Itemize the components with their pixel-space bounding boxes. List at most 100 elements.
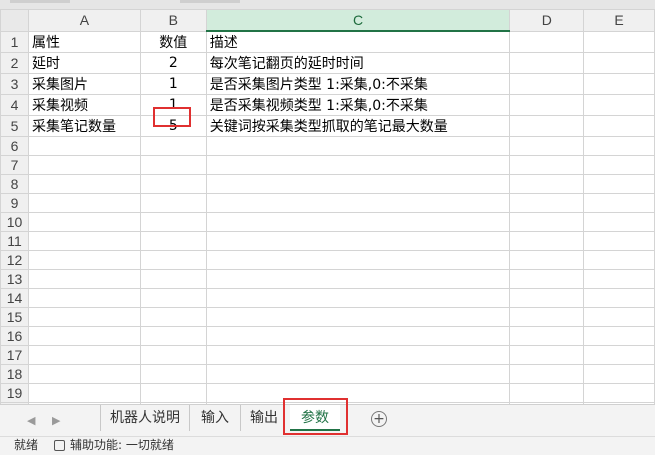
- cell-b[interactable]: [139, 307, 207, 327]
- cell-b[interactable]: [139, 326, 207, 346]
- column-header-e[interactable]: E: [583, 9, 655, 32]
- row-header[interactable]: 11: [0, 231, 29, 251]
- row-header[interactable]: 7: [0, 155, 29, 175]
- cell-a[interactable]: [27, 326, 141, 346]
- tab-robot-description[interactable]: 机器人说明: [100, 405, 189, 431]
- cell-d[interactable]: [509, 326, 585, 346]
- cell-c[interactable]: [205, 250, 511, 270]
- cell-e[interactable]: [583, 383, 655, 403]
- cell-b[interactable]: 5: [139, 115, 207, 137]
- cell-a[interactable]: [27, 383, 141, 403]
- row-header[interactable]: 2: [0, 52, 29, 74]
- cell-d[interactable]: [509, 73, 585, 95]
- cell-c[interactable]: 是否采集视频类型 1:采集,0:不采集: [205, 94, 511, 116]
- cell-e[interactable]: [583, 269, 655, 289]
- cell-d[interactable]: [509, 231, 585, 251]
- cell-c[interactable]: [205, 231, 511, 251]
- cell-b[interactable]: [139, 231, 207, 251]
- cell-e[interactable]: [583, 174, 655, 194]
- cell-d[interactable]: [509, 52, 585, 74]
- cell-a[interactable]: 采集视频: [27, 94, 141, 116]
- row-header[interactable]: 6: [0, 136, 29, 156]
- cell-c[interactable]: [205, 212, 511, 232]
- column-header-a[interactable]: A: [27, 9, 141, 32]
- cell-e[interactable]: [583, 73, 655, 95]
- cell-c[interactable]: 关键词按采集类型抓取的笔记最大数量: [205, 115, 511, 137]
- cell-b[interactable]: [139, 212, 207, 232]
- cell-a[interactable]: [27, 364, 141, 384]
- cell-d[interactable]: [509, 115, 585, 137]
- cell-a[interactable]: [27, 288, 141, 308]
- cell-b[interactable]: [139, 193, 207, 213]
- cell-b[interactable]: [139, 250, 207, 270]
- cell-a[interactable]: [27, 269, 141, 289]
- cell-a[interactable]: 采集图片: [27, 73, 141, 95]
- cell-a[interactable]: [27, 174, 141, 194]
- tab-params[interactable]: 参数: [290, 405, 340, 431]
- cell-b[interactable]: 1: [139, 94, 207, 116]
- cell-e[interactable]: [583, 193, 655, 213]
- column-header-d[interactable]: D: [509, 9, 585, 32]
- row-header[interactable]: 3: [0, 73, 29, 95]
- cell-a[interactable]: [27, 193, 141, 213]
- cell-c[interactable]: 描述: [205, 30, 511, 53]
- cell-e[interactable]: [583, 155, 655, 175]
- cell-b[interactable]: [139, 364, 207, 384]
- cell-b[interactable]: 1: [139, 73, 207, 95]
- row-header[interactable]: 19: [0, 383, 29, 403]
- add-sheet-icon[interactable]: +: [371, 411, 387, 427]
- row-header[interactable]: 9: [0, 193, 29, 213]
- cell-a[interactable]: [27, 307, 141, 327]
- tab-output[interactable]: 输出: [240, 405, 287, 431]
- cell-e[interactable]: [583, 212, 655, 232]
- cell-b[interactable]: [139, 345, 207, 365]
- cell-a[interactable]: [27, 212, 141, 232]
- cell-a[interactable]: [27, 136, 141, 156]
- cell-d[interactable]: [509, 155, 585, 175]
- cell-c[interactable]: [205, 269, 511, 289]
- row-header[interactable]: 1: [0, 30, 29, 53]
- cell-a[interactable]: 延时: [27, 52, 141, 74]
- row-header[interactable]: 14: [0, 288, 29, 308]
- cell-e[interactable]: [583, 250, 655, 270]
- cell-c[interactable]: [205, 174, 511, 194]
- row-header[interactable]: 5: [0, 115, 29, 137]
- row-header[interactable]: 8: [0, 174, 29, 194]
- cell-e[interactable]: [583, 288, 655, 308]
- cell-c[interactable]: [205, 307, 511, 327]
- cell-a[interactable]: 属性: [27, 30, 141, 53]
- cell-e[interactable]: [583, 231, 655, 251]
- cell-e[interactable]: [583, 115, 655, 137]
- cell-a[interactable]: [27, 231, 141, 251]
- cell-c[interactable]: [205, 136, 511, 156]
- prev-sheet-icon[interactable]: ◀: [27, 414, 35, 427]
- cell-d[interactable]: [509, 250, 585, 270]
- cell-d[interactable]: [509, 30, 585, 53]
- cell-a[interactable]: [27, 345, 141, 365]
- cell-a[interactable]: [27, 155, 141, 175]
- cell-c[interactable]: [205, 326, 511, 346]
- row-header[interactable]: 13: [0, 269, 29, 289]
- row-header[interactable]: 4: [0, 94, 29, 116]
- cell-d[interactable]: [509, 269, 585, 289]
- cell-d[interactable]: [509, 212, 585, 232]
- column-header-c[interactable]: C: [205, 9, 511, 32]
- cell-c[interactable]: [205, 345, 511, 365]
- row-header[interactable]: 16: [0, 326, 29, 346]
- cell-e[interactable]: [583, 52, 655, 74]
- cell-b[interactable]: [139, 136, 207, 156]
- tab-input[interactable]: 输入: [189, 405, 240, 431]
- row-header[interactable]: 15: [0, 307, 29, 327]
- cell-c[interactable]: [205, 155, 511, 175]
- cell-e[interactable]: [583, 307, 655, 327]
- row-header[interactable]: 18: [0, 364, 29, 384]
- cell-d[interactable]: [509, 94, 585, 116]
- cell-e[interactable]: [583, 345, 655, 365]
- cell-d[interactable]: [509, 193, 585, 213]
- cell-c[interactable]: [205, 288, 511, 308]
- cell-e[interactable]: [583, 326, 655, 346]
- cell-c[interactable]: 是否采集图片类型 1:采集,0:不采集: [205, 73, 511, 95]
- cell-e[interactable]: [583, 94, 655, 116]
- cell-e[interactable]: [583, 364, 655, 384]
- cell-b[interactable]: 2: [139, 52, 207, 74]
